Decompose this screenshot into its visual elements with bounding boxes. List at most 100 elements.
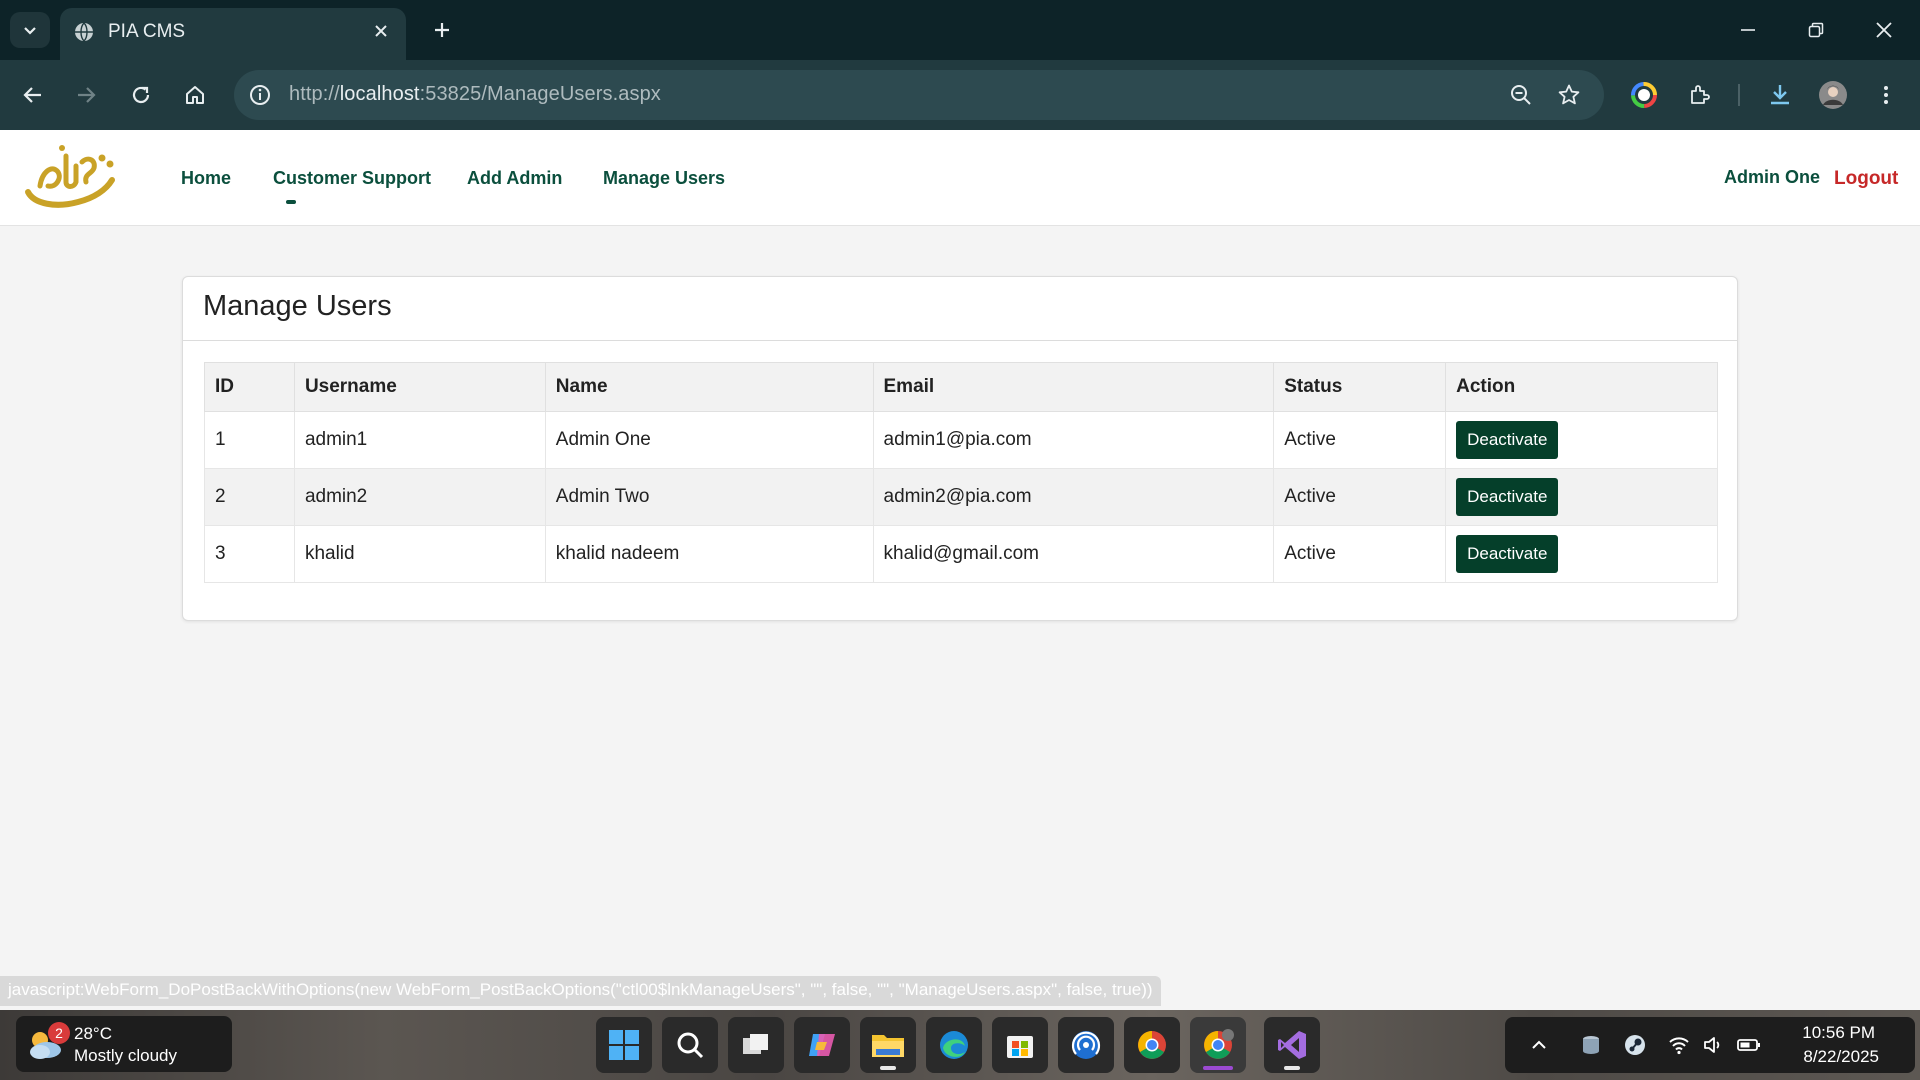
battery-icon — [1737, 1039, 1760, 1051]
visual-studio-button[interactable] — [1264, 1017, 1320, 1073]
zoom-out-icon — [1511, 85, 1531, 105]
cell-id: 1 — [204, 411, 295, 469]
color-extension-button[interactable] — [1624, 75, 1664, 115]
close-icon — [1876, 22, 1892, 38]
current-user-name: Admin One — [1724, 167, 1821, 187]
weather-temperature: 28°C — [74, 1024, 112, 1043]
arrow-right-icon — [78, 87, 96, 103]
chevron-up-icon — [1532, 1040, 1546, 1049]
download-icon — [1771, 85, 1789, 105]
browser-tabbar: PIA CMS — [0, 0, 1920, 60]
show-hidden-icons-button[interactable] — [1527, 1033, 1551, 1057]
browser-toolbar: http://localhost:53825/ManageUsers.aspx — [0, 60, 1920, 130]
chrome-button[interactable] — [1124, 1017, 1180, 1073]
web-page: Home Customer Support Add Admin Manage U… — [0, 130, 1920, 1009]
table-row: 2 admin2 Admin Two admin2@pia.com Active… — [204, 468, 1718, 526]
cell-action: Deactivate — [1445, 411, 1718, 469]
downloads-button[interactable] — [1760, 75, 1800, 115]
microsoft-store-button[interactable] — [992, 1017, 1048, 1073]
broadcast-icon — [1071, 1031, 1101, 1059]
restore-button[interactable] — [1782, 0, 1850, 60]
deactivate-button[interactable]: Deactivate — [1456, 478, 1559, 516]
nav-link-add-admin[interactable]: Add Admin — [467, 168, 562, 189]
cell-id: 2 — [204, 468, 295, 526]
deactivate-button[interactable]: Deactivate — [1456, 421, 1559, 459]
deactivate-button[interactable]: Deactivate — [1456, 535, 1559, 573]
browser-tab[interactable]: PIA CMS — [60, 8, 406, 60]
card-header: Manage Users — [183, 277, 1737, 341]
steam-icon — [1625, 1035, 1645, 1055]
steam-tray-button[interactable] — [1623, 1033, 1647, 1057]
cell-username: admin2 — [293, 468, 546, 526]
avatar-icon — [1819, 81, 1847, 109]
status-bar-text: javascript:WebForm_DoPostBackWithOptions… — [8, 980, 1153, 999]
clock-date[interactable]: 8/22/2025 — [1803, 1047, 1879, 1067]
url-text[interactable]: http://localhost:53825/ManageUsers.aspx — [289, 83, 661, 106]
back-button[interactable] — [13, 75, 53, 115]
browser-menu-button[interactable] — [1866, 75, 1906, 115]
zoom-button[interactable] — [1508, 82, 1534, 108]
running-indicator — [880, 1066, 896, 1070]
page-title: Manage Users — [203, 290, 392, 322]
close-window-button[interactable] — [1850, 0, 1918, 60]
start-button[interactable] — [596, 1017, 652, 1073]
new-tab-button[interactable] — [424, 12, 460, 48]
wifi-icon — [1669, 1037, 1689, 1055]
clock-time[interactable]: 10:56 PM — [1802, 1023, 1875, 1043]
tab-close-button[interactable] — [368, 18, 394, 44]
manage-users-card: Manage Users ID Username Name Email Stat… — [182, 276, 1738, 621]
chrome-icon — [1204, 1029, 1234, 1059]
column-header-action: Action — [1445, 362, 1718, 412]
running-indicator — [1284, 1066, 1300, 1070]
forward-button[interactable] — [66, 75, 106, 115]
column-header-id: ID — [204, 362, 295, 412]
weather-notification-badge: 2 — [48, 1022, 70, 1044]
task-view-button[interactable] — [728, 1017, 784, 1073]
wifi-status[interactable] — [1667, 1033, 1691, 1057]
plus-icon — [435, 23, 449, 37]
site-info-icon[interactable] — [248, 83, 272, 107]
tab-title: PIA CMS — [108, 21, 186, 42]
url-path: :53825/ManageUsers.aspx — [419, 83, 661, 105]
edge-button[interactable] — [926, 1017, 982, 1073]
profile-button[interactable] — [1813, 75, 1853, 115]
chrome-profile-button[interactable] — [1190, 1017, 1246, 1073]
minimize-button[interactable] — [1714, 0, 1782, 60]
column-header-email: Email — [872, 362, 1275, 412]
pia-logo[interactable] — [22, 142, 118, 216]
extensions-button[interactable] — [1680, 75, 1720, 115]
arrow-left-icon — [23, 87, 41, 103]
bookmark-button[interactable] — [1556, 82, 1582, 108]
database-icon — [1583, 1036, 1599, 1054]
address-bar[interactable]: http://localhost:53825/ManageUsers.aspx — [234, 70, 1604, 120]
nav-link-customer-support[interactable]: Customer Support — [273, 168, 431, 189]
tab-search-button[interactable] — [10, 12, 50, 48]
cell-action: Deactivate — [1445, 525, 1718, 583]
minimize-icon — [1741, 29, 1755, 31]
weather-widget[interactable]: 2 28°C Mostly cloudy — [16, 1016, 232, 1072]
speaker-icon — [1704, 1037, 1720, 1053]
file-explorer-button[interactable] — [860, 1017, 916, 1073]
search-icon — [677, 1032, 704, 1059]
table-header-row: ID Username Name Email Status Action — [204, 362, 1718, 412]
weather-description: Mostly cloudy — [74, 1046, 177, 1065]
column-header-status: Status — [1273, 362, 1447, 412]
wireless-app-button[interactable] — [1058, 1017, 1114, 1073]
home-button[interactable] — [175, 75, 215, 115]
logout-link[interactable]: Logout — [1834, 168, 1898, 190]
reload-button[interactable] — [121, 75, 161, 115]
copilot-button[interactable] — [794, 1017, 850, 1073]
database-tray-button[interactable] — [1579, 1033, 1603, 1057]
cell-name: khalid nadeem — [544, 525, 874, 583]
users-table: ID Username Name Email Status Action 1 a… — [204, 362, 1718, 583]
cell-status: Active — [1273, 525, 1447, 583]
cell-name: Admin One — [544, 411, 874, 469]
nav-link-home[interactable]: Home — [181, 168, 231, 189]
restore-icon — [1808, 22, 1824, 38]
volume-status[interactable] — [1701, 1033, 1725, 1057]
site-navbar: Home Customer Support Add Admin Manage U… — [0, 130, 1920, 226]
cell-username: khalid — [293, 525, 546, 583]
nav-link-manage-users[interactable]: Manage Users — [603, 168, 725, 189]
battery-status[interactable] — [1737, 1033, 1761, 1057]
search-button[interactable] — [662, 1017, 718, 1073]
